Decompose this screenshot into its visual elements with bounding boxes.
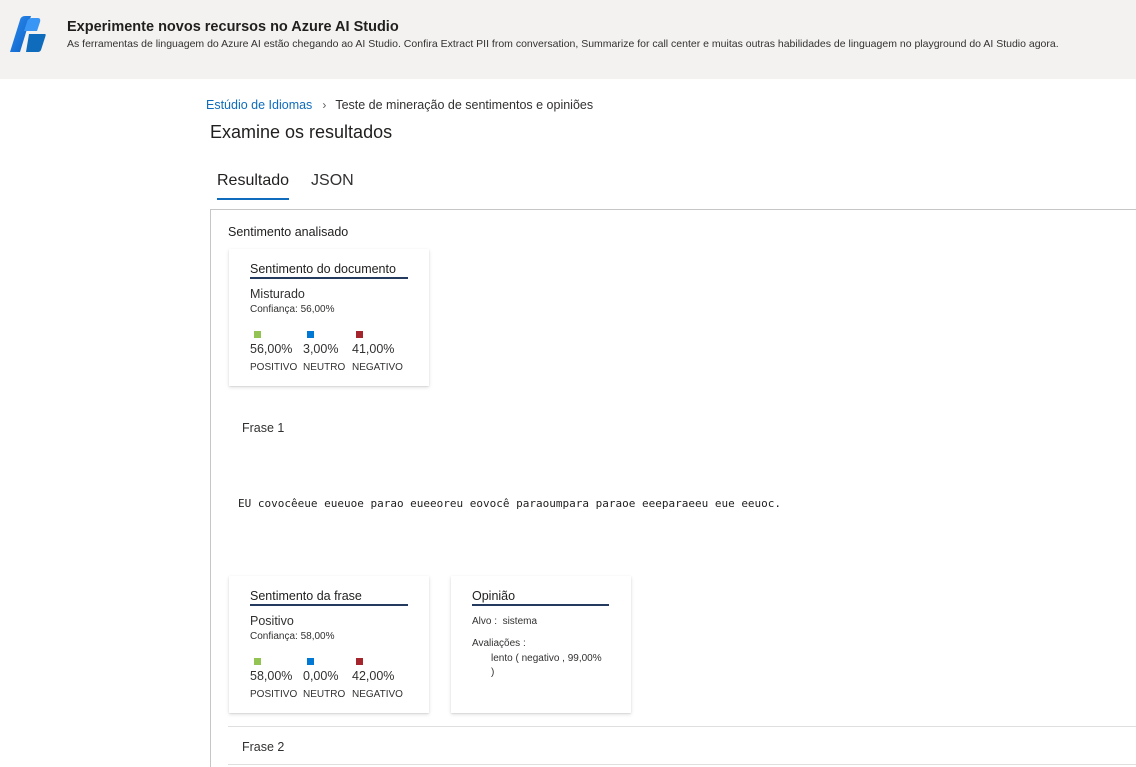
card-title: Sentimento do documento [250, 262, 408, 279]
announcement-banner: Experimente novos recursos no Azure AI S… [0, 0, 1136, 79]
neutral-swatch [307, 658, 314, 665]
chevron-right-icon: › [322, 98, 327, 112]
tab-json[interactable]: JSON [311, 172, 354, 200]
frase-2-label: Frase 2 [242, 740, 285, 754]
negative-label: NEGATIVO [352, 362, 403, 373]
breadcrumb-current: Teste de mineração de sentimentos e opin… [335, 98, 594, 112]
banner-title: Experimente novos recursos no Azure AI S… [67, 19, 399, 35]
assessments-label: Avaliações : [472, 638, 526, 649]
positive-pct: 56,00% [250, 342, 293, 356]
sentiment-value: Misturado [250, 287, 305, 301]
confidence-text: Confiança: 58,00% [250, 631, 335, 642]
sentence-sentiment-card: Sentimento da frase Positivo Confiança: … [229, 576, 429, 713]
page-title: Examine os resultados [210, 122, 393, 142]
frase-1-label: Frase 1 [242, 421, 285, 435]
opinion-title: Opinião [472, 589, 609, 606]
negative-pct: 41,00% [352, 342, 395, 356]
tab-resultado[interactable]: Resultado [217, 172, 290, 200]
opinion-target: Alvo : sistema [472, 616, 537, 627]
positive-swatch [254, 658, 261, 665]
positive-label: POSITIVO [250, 689, 298, 700]
neutral-swatch [307, 331, 314, 338]
confidence-text: Confiança: 56,00% [250, 304, 335, 315]
negative-stat: 41,00% NEGATIVO [352, 331, 412, 373]
banner-description: As ferramentas de linguagem do Azure AI … [67, 38, 1059, 50]
positive-label: POSITIVO [250, 362, 298, 373]
result-tabs: Resultado JSON [217, 172, 376, 200]
negative-label: NEGATIVO [352, 689, 403, 700]
negative-swatch [356, 658, 363, 665]
assessment-line-1: lento ( negativo , 99,00% [491, 653, 602, 664]
breadcrumb: Estúdio de Idiomas › Teste de mineração … [206, 98, 593, 112]
assessment-line-2: ) [491, 667, 495, 678]
azure-ai-studio-logo-icon [10, 16, 46, 52]
positive-stat: 58,00% POSITIVO [250, 658, 310, 700]
negative-swatch [356, 331, 363, 338]
sentiment-value: Positivo [250, 614, 294, 628]
positive-pct: 58,00% [250, 669, 293, 683]
positive-stat: 56,00% POSITIVO [250, 331, 310, 373]
opinion-card: Opinião Alvo : sistema Avaliações : lent… [451, 576, 631, 713]
divider [228, 726, 1136, 727]
divider [228, 764, 1136, 765]
section-label: Sentimento analisado [228, 225, 349, 239]
target-value: sistema [502, 616, 538, 627]
document-sentiment-card: Sentimento do documento Misturado Confia… [229, 249, 429, 386]
card-title: Sentimento da frase [250, 589, 408, 606]
negative-stat: 42,00% NEGATIVO [352, 658, 412, 700]
target-label: Alvo : [472, 616, 498, 627]
sentence-text: EU covocêeue eueuoe parao eueeoreu eovoc… [238, 497, 782, 510]
negative-pct: 42,00% [352, 669, 395, 683]
breadcrumb-root-link[interactable]: Estúdio de Idiomas [206, 98, 312, 112]
positive-swatch [254, 331, 261, 338]
